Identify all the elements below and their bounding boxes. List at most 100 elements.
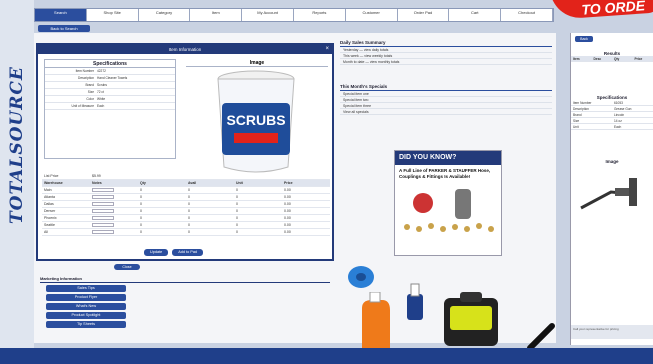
spec-table: Specifications Item Number 42272 Descripti… <box>44 59 176 159</box>
pricing-header-cell: Warehouse <box>44 181 63 185</box>
pricing-cell: 0 <box>188 195 190 199</box>
pricing-cell: 0.00 <box>284 188 291 192</box>
jump-starter-image <box>444 292 498 346</box>
notes-input[interactable] <box>90 230 138 234</box>
right-spec-key: Description <box>573 107 589 111</box>
pricing-cell[interactable]: 0 <box>138 188 186 192</box>
notes-input[interactable] <box>90 195 138 199</box>
right-note: Call your representative for pricing <box>571 325 653 339</box>
did-you-know-ad[interactable]: DID YOU KNOW? A Full Line of PARKER & ST… <box>394 150 502 256</box>
right-spec-value: 14 oz <box>614 119 622 123</box>
spec-value: 42272 <box>97 69 106 73</box>
item-info-modal: Item Information × Specifications Item N… <box>36 43 334 261</box>
nav-tab[interactable]: Checkout <box>501 9 553 21</box>
marketing-button[interactable]: Product Spotlight <box>46 312 126 319</box>
nav-tab[interactable]: Item <box>190 9 243 21</box>
pricing-cell: Main <box>44 188 52 192</box>
spec-row: Unit of Measure Each <box>45 103 175 110</box>
brand-bar: TOTALSOURCE <box>0 0 34 364</box>
spec-key: Size <box>87 90 94 94</box>
results-header-cell: Desc <box>593 57 602 61</box>
special-item[interactable]: View all specials <box>340 109 552 115</box>
nav-tab[interactable]: My Account <box>242 9 294 21</box>
list-price-label: List Price <box>44 174 59 178</box>
spec-key: Item Number <box>75 69 94 73</box>
marketing-button[interactable]: Product Flyer <box>46 294 126 301</box>
spec-row: Item Number 42272 <box>45 68 175 75</box>
pricing-header-cell: Unit <box>236 181 243 185</box>
results-header-row: Item Desc Qty Price <box>571 56 653 62</box>
brand-logo: TOTALSOURCE <box>7 66 27 224</box>
pricing-cell: 0.00 <box>284 230 291 234</box>
pricing-cell: 0 <box>188 216 190 220</box>
marketing-button[interactable]: Sales Tips <box>46 285 126 292</box>
update-button[interactable]: Update <box>144 249 169 256</box>
pricing-header-cell: Avail <box>188 181 197 185</box>
order-ribbon: TO ORDE <box>550 0 653 20</box>
notes-input[interactable] <box>90 188 138 192</box>
marketing-button[interactable]: Tip Sheets <box>46 321 126 328</box>
list-price-value: $5.99 <box>92 174 101 178</box>
glue-bottle-image <box>407 283 423 320</box>
nav-tab[interactable]: Reports <box>294 9 346 21</box>
notes-input[interactable] <box>90 216 138 220</box>
add-to-pad-button[interactable]: Add to Pad <box>172 249 204 256</box>
nav-tab[interactable]: Category <box>139 9 191 21</box>
close-button[interactable]: Close <box>114 264 140 270</box>
pricing-cell[interactable]: 0 <box>138 202 186 206</box>
pricing-cell: Seattle <box>44 223 55 227</box>
monthly-specials: This Month's Specials Special item one Sp… <box>340 84 552 115</box>
pricing-cell: Phoenix <box>44 216 57 220</box>
pricing-cell[interactable]: 0 <box>138 195 186 199</box>
notes-input[interactable] <box>90 223 138 227</box>
results-header-cell: Price <box>634 57 643 61</box>
orange-jug-image <box>362 292 390 348</box>
pricing-cell: 0.00 <box>284 216 291 220</box>
right-back-button[interactable]: Back <box>575 36 593 42</box>
marketing-heading: Marketing Information <box>40 276 330 283</box>
marketing-section: Marketing Information Sales Tips Product … <box>40 276 330 328</box>
fittings-image <box>404 189 494 232</box>
pricing-cell: 0 <box>236 195 238 199</box>
pricing-row: Phoenix 0 0 0 0.00 <box>42 215 330 222</box>
pricing-cell: 0.00 <box>284 209 291 213</box>
back-to-search-button[interactable]: Back to Search <box>38 25 90 32</box>
notes-input[interactable] <box>90 209 138 213</box>
pricing-cell[interactable]: 0 <box>138 230 186 234</box>
pricing-body: Main 0 0 0 0.00 Atlanta 0 0 0 0.00 Dallas 0 0 0 0.00 De… <box>42 187 330 236</box>
grease-gun-image <box>580 178 637 210</box>
nav-tab[interactable]: Cart <box>449 9 502 21</box>
right-spec-key: Item Number <box>573 101 592 105</box>
pricing-cell[interactable]: 0 <box>138 209 186 213</box>
pricing-cell: 0 <box>236 188 238 192</box>
pricing-cell[interactable]: 0 <box>138 223 186 227</box>
right-spec-value: Grease Gun <box>614 107 632 111</box>
dyk-body: A Full Line of PARKER & STAUFFER Hose, C… <box>399 168 491 179</box>
pricing-cell: 0.00 <box>284 202 291 206</box>
right-panel: Back Results Item Desc Qty Price Specificat… <box>570 33 653 345</box>
results-header-cell: Item <box>573 57 580 61</box>
pricing-cell: 0 <box>236 209 238 213</box>
pricing-row: Main 0 0 0 0.00 <box>42 187 330 194</box>
marketing-button[interactable]: What's New <box>46 303 126 310</box>
notes-input[interactable] <box>90 202 138 206</box>
pricing-header-cell: Qty <box>140 181 146 185</box>
spec-value: Each <box>97 104 105 108</box>
nav-tab[interactable]: Order Pad <box>398 9 450 21</box>
nav-tab[interactable]: Search <box>35 9 87 21</box>
results-section: Results Item Desc Qty Price <box>571 51 653 62</box>
tub-label: SCRUBS <box>226 112 285 128</box>
right-spec-value: Each <box>614 125 622 129</box>
right-spec-key: Size <box>573 119 580 123</box>
pricing-cell[interactable]: 0 <box>138 216 186 220</box>
spec-row: Description Hand Cleaner Towels <box>45 75 175 82</box>
spec-key: Unit of Measure <box>71 104 95 108</box>
pricing-cell: 0 <box>188 223 190 227</box>
close-icon[interactable]: × <box>325 45 329 54</box>
sales-summary-item[interactable]: Month to date — view monthly totals <box>340 59 552 65</box>
nav-tab[interactable]: Shop Site <box>87 9 139 21</box>
nav-tab[interactable]: Customer <box>346 9 398 21</box>
results-header-cell: Qty <box>614 57 620 61</box>
pricing-cell: 0 <box>188 188 190 192</box>
right-spec-key: Unit <box>573 125 579 129</box>
